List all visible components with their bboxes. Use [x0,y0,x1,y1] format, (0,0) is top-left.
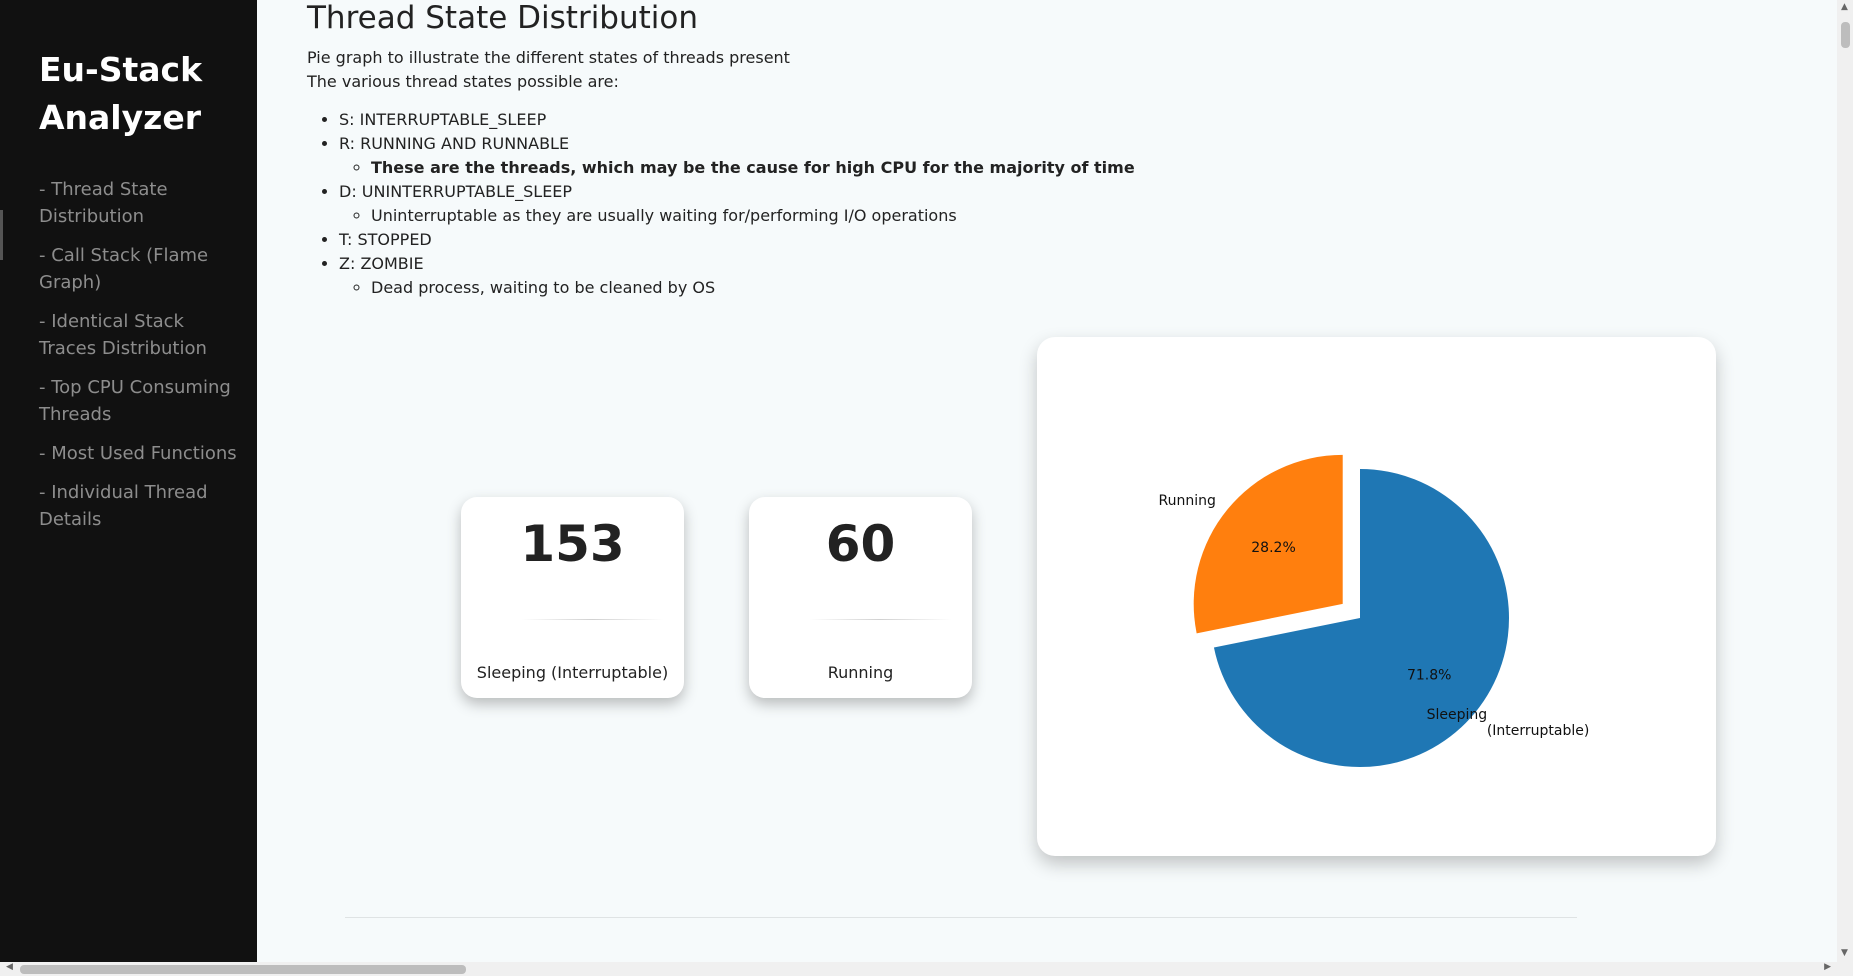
scroll-left-arrow-icon[interactable]: ◀ [6,962,13,972]
horizontal-scrollbar[interactable]: ◀ ▶ [0,962,1853,976]
scroll-down-arrow-icon[interactable]: ▼ [1841,948,1848,958]
section-divider [345,917,1577,918]
nav-item-thread-state-distribution[interactable]: - Thread State Distribution [39,176,239,230]
state-note-text: Uninterruptable as they are usually wait… [371,206,957,225]
nav-item-most-used-functions[interactable]: - Most Used Functions [39,440,239,467]
state-label: T: STOPPED [339,230,432,249]
stat-label: Sleeping (Interruptable) [476,663,669,682]
thread-state-pie-chart: 28.2%Running71.8%Sleeping(Interruptable) [1158,454,1589,767]
main-content: Thread State Distribution Pie graph to i… [257,0,1837,962]
nav-item-call-stack-flame-graph[interactable]: - Call Stack (Flame Graph) [39,242,239,296]
page-title: Thread State Distribution [307,0,699,36]
pie-percent-label: 71.8% [1407,668,1451,684]
state-label: S: INTERRUPTABLE_SLEEP [339,110,547,129]
pie-category-label: Running [1158,493,1215,509]
description-line: Pie graph to illustrate the different st… [307,48,790,67]
pie-percent-label: 28.2% [1251,540,1295,556]
state-item-z: Z: ZOMBIE Dead process, waiting to be cl… [339,252,1135,300]
sidebar: Eu-Stack Analyzer - Thread State Distrib… [0,0,257,976]
page-description: Pie graph to illustrate the different st… [307,46,790,94]
state-item-r: R: RUNNING AND RUNNABLE These are the th… [339,132,1135,180]
state-note: Dead process, waiting to be cleaned by O… [371,276,1135,300]
state-note-text: These are the threads, which may be the … [371,158,1135,177]
state-note: Uninterruptable as they are usually wait… [371,204,1135,228]
state-note: These are the threads, which may be the … [371,156,1135,180]
sidebar-edge-handle[interactable] [0,210,3,260]
pie-chart-card: 28.2% Running 71.8% Sleeping(Interruptable) [1037,337,1716,856]
card-divider [809,619,952,620]
vertical-scroll-thumb[interactable] [1841,22,1850,48]
state-label: D: UNINTERRUPTABLE_SLEEP [339,182,573,201]
app-title: Eu-Stack Analyzer [39,50,203,137]
state-note-text: Dead process, waiting to be cleaned by O… [371,278,716,297]
state-item-s: S: INTERRUPTABLE_SLEEP [339,108,1135,132]
nav-item-individual-thread-details[interactable]: - Individual Thread Details [39,479,239,533]
card-divider [521,619,664,620]
stat-count: 153 [520,515,625,573]
nav-item-identical-stack-traces[interactable]: - Identical Stack Traces Distribution [39,308,239,362]
stat-card-sleeping: 153 Sleeping (Interruptable) [461,497,684,698]
description-line: The various thread states possible are: [307,72,619,91]
stat-card-running: 60 Running [749,497,972,698]
state-label: Z: ZOMBIE [339,254,424,273]
stat-count: 60 [825,515,896,573]
state-item-t: T: STOPPED [339,228,1135,252]
state-item-d: D: UNINTERRUPTABLE_SLEEP Uninterruptable… [339,180,1135,228]
scroll-up-arrow-icon[interactable]: ▲ [1841,2,1848,12]
thread-states-list: S: INTERRUPTABLE_SLEEP R: RUNNING AND RU… [339,108,1135,300]
vertical-scrollbar[interactable]: ▲ ▼ [1837,0,1853,962]
horizontal-scroll-thumb[interactable] [20,965,466,974]
state-label: R: RUNNING AND RUNNABLE [339,134,570,153]
nav-item-top-cpu-threads[interactable]: - Top CPU Consuming Threads [39,374,239,428]
scroll-right-arrow-icon[interactable]: ▶ [1824,962,1831,972]
stat-label: Running [827,663,894,682]
sidebar-nav: - Thread State Distribution - Call Stack… [39,176,239,545]
